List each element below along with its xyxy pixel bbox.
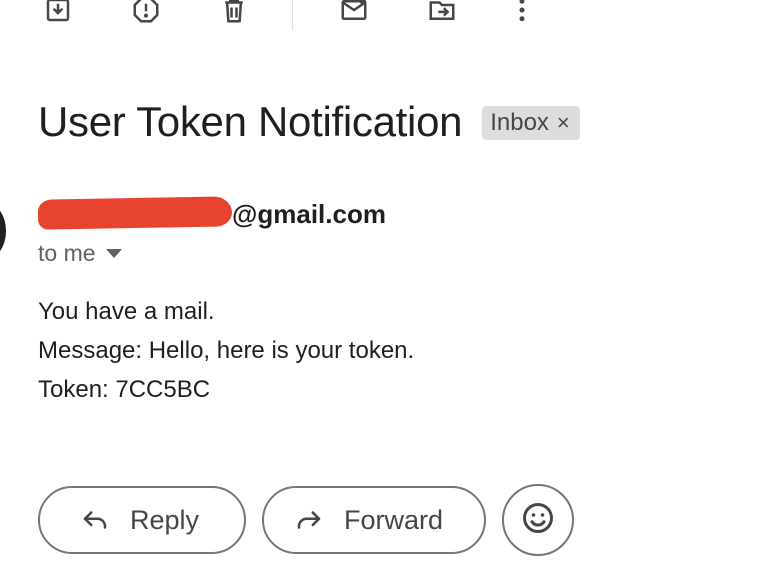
mark-unread-icon[interactable] xyxy=(336,0,372,28)
recipient-details-toggle[interactable]: to me xyxy=(38,240,122,267)
archive-icon[interactable] xyxy=(40,0,76,28)
forward-label: Forward xyxy=(344,504,444,535)
remove-label-icon[interactable]: × xyxy=(557,110,570,136)
toolbar xyxy=(0,0,784,34)
forward-button[interactable]: Forward xyxy=(262,486,486,554)
sender-email[interactable]: @gmail.com xyxy=(37,196,386,230)
body-line: Message: Hello, here is your token. xyxy=(38,337,415,364)
more-options-icon[interactable] xyxy=(504,0,540,28)
inbox-label-chip[interactable]: Inbox × xyxy=(482,106,580,140)
forward-icon xyxy=(292,503,326,537)
subject-row: User Token Notification Inbox × xyxy=(38,98,580,146)
emoji-reaction-button[interactable] xyxy=(502,484,574,556)
recipient-label: to me xyxy=(38,240,96,266)
action-buttons: Reply Forward xyxy=(38,484,574,556)
label-chip-text: Inbox xyxy=(490,109,549,136)
move-to-icon[interactable] xyxy=(424,0,460,28)
redaction-mark xyxy=(37,196,233,230)
emoji-icon xyxy=(520,500,556,541)
reply-label: Reply xyxy=(130,504,200,535)
reply-icon xyxy=(78,503,112,537)
delete-icon[interactable] xyxy=(216,0,252,28)
body-line: Token: 7CC5BC xyxy=(38,376,211,403)
body-line: You have a mail. xyxy=(38,298,215,325)
toolbar-divider xyxy=(292,0,293,30)
report-spam-icon[interactable] xyxy=(128,0,164,28)
chevron-down-icon xyxy=(105,249,122,258)
email-subject: User Token Notification xyxy=(38,98,463,145)
avatar[interactable] xyxy=(0,204,6,258)
sender-domain: @gmail.com xyxy=(232,199,386,229)
email-body: You have a mail. Message: Hello, here is… xyxy=(38,292,414,409)
reply-button[interactable]: Reply xyxy=(38,486,246,554)
